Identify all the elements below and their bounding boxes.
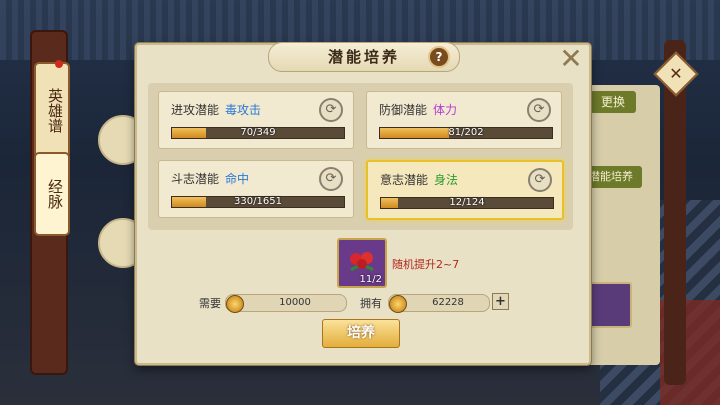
potential-card-defense[interactable]: 防御潜能 体力 ⟳ 81/202 <box>366 91 562 149</box>
potential-attribute: 命中 <box>225 172 250 186</box>
progress-bar: 12/124 <box>380 197 554 209</box>
potential-card-attack[interactable]: 进攻潜能 毒攻击 ⟳ 70/349 <box>158 91 354 149</box>
potential-card-fighting-spirit[interactable]: 斗志潜能 命中 ⟳ 330/1651 <box>158 160 354 218</box>
potential-attribute: 毒攻击 <box>225 103 262 117</box>
need-label: 需要 <box>199 297 221 310</box>
notification-dot <box>55 60 63 68</box>
tab-meridian[interactable]: 经脉 <box>34 152 70 236</box>
progress-bar: 330/1651 <box>171 196 345 208</box>
refresh-icon[interactable]: ⟳ <box>319 167 343 191</box>
help-button[interactable]: ? <box>428 46 450 68</box>
potential-label: 斗志潜能 <box>171 172 220 186</box>
dialog-close-button[interactable]: ✕ <box>558 45 584 73</box>
need-value: 10000 <box>279 297 311 308</box>
close-icon: ✕ <box>669 64 683 83</box>
progress-text: 12/124 <box>449 197 485 208</box>
own-field: 62228 <box>388 294 490 313</box>
progress-text: 81/202 <box>448 127 484 138</box>
progress-bar: 81/202 <box>379 127 553 139</box>
replace-button[interactable]: 更换 <box>590 91 636 113</box>
refresh-icon[interactable]: ⟳ <box>319 98 343 122</box>
cultivate-button[interactable]: 培养 <box>322 319 400 348</box>
item-description: 随机提升2~7 <box>392 258 460 271</box>
potential-attribute: 身法 <box>434 173 459 187</box>
progress-bar: 70/349 <box>171 127 345 139</box>
need-field: 10000 <box>225 294 347 313</box>
add-currency-button[interactable]: + <box>492 293 509 310</box>
tab-hero-list[interactable]: 英雄谱 <box>34 62 70 158</box>
potential-attribute: 体力 <box>433 103 458 117</box>
own-value: 62228 <box>432 297 464 308</box>
item-count: 11/2 <box>359 274 382 285</box>
progress-text: 330/1651 <box>234 196 282 207</box>
coin-icon <box>226 295 244 313</box>
own-label: 拥有 <box>360 297 382 310</box>
item-slot[interactable]: 11/2 <box>337 238 387 288</box>
flower-icon <box>350 252 374 272</box>
potential-label: 意志潜能 <box>380 173 429 187</box>
potential-label: 防御潜能 <box>379 103 428 117</box>
coin-icon <box>389 295 407 313</box>
refresh-icon[interactable]: ⟳ <box>528 168 552 192</box>
potential-label: 进攻潜能 <box>171 103 220 117</box>
refresh-icon[interactable]: ⟳ <box>527 98 551 122</box>
potential-card-will[interactable]: 意志潜能 身法 ⟳ 12/124 <box>366 160 564 220</box>
book-icon <box>588 282 632 328</box>
progress-text: 70/349 <box>240 127 276 138</box>
